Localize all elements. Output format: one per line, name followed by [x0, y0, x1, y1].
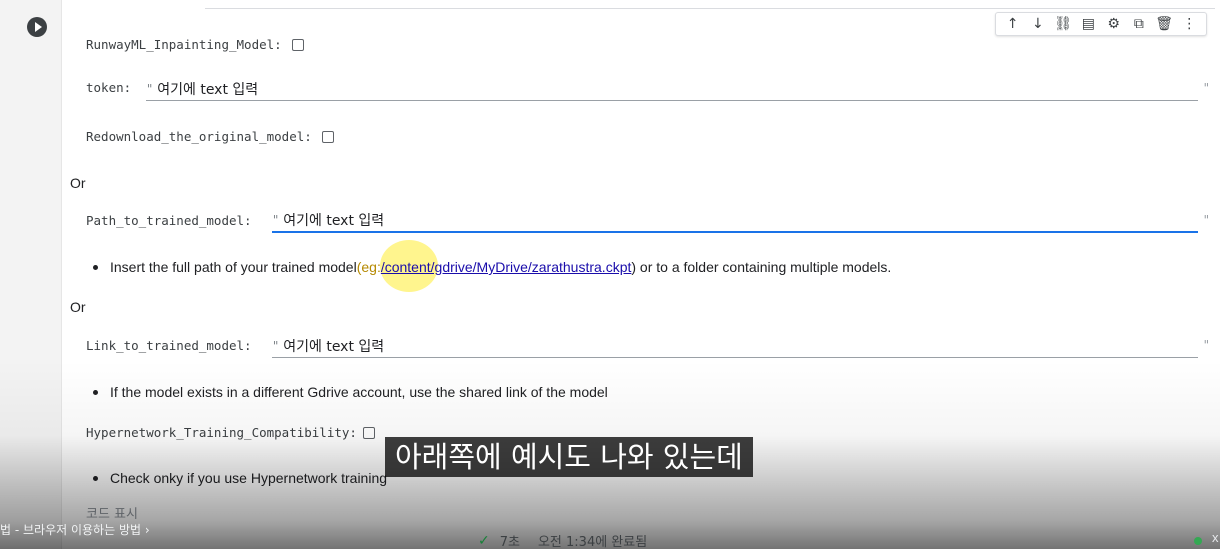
- or-separator: Or: [70, 299, 86, 315]
- link-field: Link_to_trained_model:: [86, 338, 252, 353]
- hypernet-note: Check onky if you use Hypernetwork train…: [93, 470, 387, 486]
- mirror-cell-icon[interactable]: ⧉: [1129, 14, 1149, 34]
- runway-field: RunwayML_Inpainting_Model:: [86, 37, 304, 52]
- path-note-eg: (eg:: [356, 259, 381, 275]
- runway-checkbox[interactable]: [291, 38, 304, 51]
- cell-toolbar: ↑ ↓ ⛓ ▤ ⚙ ⧉ 🗑 ⋮: [995, 12, 1207, 36]
- path-input[interactable]: " 여기에 text 입력 ": [272, 209, 1210, 233]
- quote-open: ": [146, 81, 154, 96]
- hypernet-note-text: Check onky if you use Hypernetwork train…: [110, 470, 388, 486]
- token-input[interactable]: " 여기에 text 입력 ": [146, 77, 1210, 101]
- arrow-down-icon[interactable]: ↓: [1028, 14, 1048, 34]
- or-separator: Or: [70, 175, 86, 191]
- redownload-label: Redownload_the_original_model:: [86, 129, 312, 144]
- quote-open: ": [272, 213, 280, 227]
- arrow-up-icon[interactable]: ↑: [1003, 14, 1023, 34]
- quote-close: ": [1202, 81, 1210, 95]
- quote-close: ": [1202, 338, 1210, 352]
- link-value: 여기에 text 입력: [283, 338, 385, 355]
- token-field: token:: [86, 80, 131, 95]
- redownload-field: Redownload_the_original_model:: [86, 129, 334, 144]
- link-icon[interactable]: ⛓: [1053, 14, 1073, 34]
- run-cell-button[interactable]: [27, 17, 47, 37]
- connected-status-dot: [1194, 537, 1202, 545]
- link-note: If the model exists in a different Gdriv…: [93, 384, 608, 400]
- quote-open: ": [272, 338, 280, 353]
- video-subtitle: 아래쪽에 예시도 나와 있는데: [385, 437, 753, 477]
- runway-label: RunwayML_Inpainting_Model:: [86, 37, 282, 52]
- more-vert-icon[interactable]: ⋮: [1179, 14, 1199, 34]
- hypernet-checkbox[interactable]: [362, 426, 375, 439]
- cell-gutter: [0, 0, 62, 549]
- close-icon[interactable]: x: [1212, 530, 1219, 545]
- quote-close: ": [1202, 213, 1210, 227]
- show-code-link[interactable]: 코드 표시: [86, 503, 138, 522]
- link-note-text: If the model exists in a different Gdriv…: [110, 384, 608, 400]
- status-duration: 7초: [499, 535, 520, 549]
- path-value: 여기에 text 입력: [283, 213, 385, 229]
- link-input[interactable]: " 여기에 text 입력 ": [272, 334, 1210, 358]
- gear-icon[interactable]: ⚙: [1104, 14, 1124, 34]
- status-completed: 오전 1:34에 완료됨: [537, 535, 648, 549]
- token-value: 여기에 text 입력: [157, 81, 259, 98]
- check-icon: ✓: [478, 532, 490, 549]
- hypernet-label: Hypernetwork_Training_Compatibility:: [86, 425, 357, 440]
- comment-icon[interactable]: ▤: [1078, 14, 1098, 34]
- execution-status: ✓ 7초 오전 1:34에 완료됨: [478, 531, 647, 549]
- delete-icon[interactable]: 🗑: [1154, 14, 1174, 34]
- path-note-post: ) or to a folder containing multiple mod…: [631, 259, 892, 275]
- bullet-dot: [93, 264, 98, 270]
- path-field: Path_to_trained_model:: [86, 213, 252, 228]
- bullet-dot: [93, 475, 98, 481]
- token-label: token:: [86, 80, 132, 95]
- path-label: Path_to_trained_model:: [86, 213, 252, 228]
- path-note: Insert the full path of your trained mod…: [93, 259, 891, 275]
- divider: [205, 8, 1215, 9]
- gutter-bar: [0, 0, 62, 549]
- path-note-pre: Insert the full path of your trained mod…: [110, 259, 357, 275]
- redownload-checkbox[interactable]: [321, 130, 334, 143]
- bullet-dot: [93, 389, 98, 395]
- path-example-link[interactable]: /content/gdrive/MyDrive/zarathustra.ckpt: [381, 259, 632, 275]
- link-label: Link_to_trained_model:: [86, 338, 252, 353]
- hypernet-field: Hypernetwork_Training_Compatibility:: [86, 425, 375, 440]
- video-chapter-breadcrumb[interactable]: 법 - 브라우저 이용하는 방법 ›: [0, 521, 150, 538]
